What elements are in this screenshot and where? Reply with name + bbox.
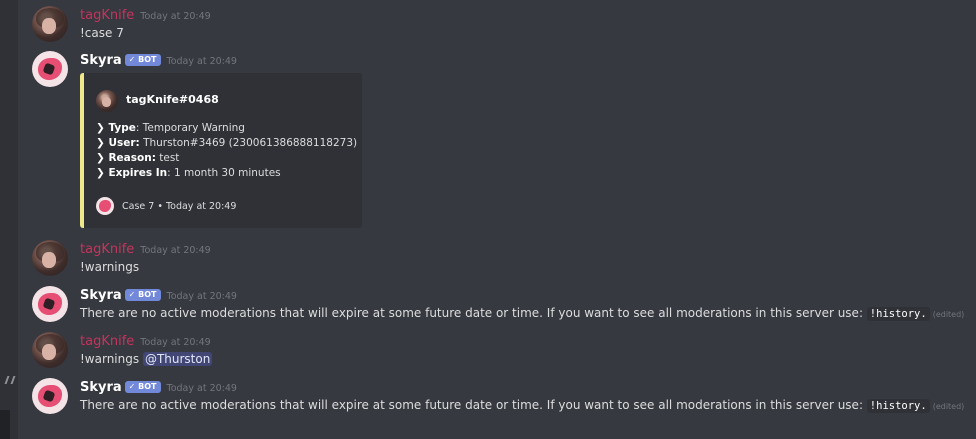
field-label: User: <box>108 137 140 149</box>
left-sidebar-edge <box>0 0 18 439</box>
timestamp: Today at 20:49 <box>140 11 211 22</box>
field-value: Thurston#3469 (230061386888118273) <box>139 137 358 149</box>
message-text: !warnings <box>80 352 143 366</box>
message-header: Skyra ✓ BOT Today at 20:49 <box>80 378 237 395</box>
avatar[interactable] <box>32 51 68 87</box>
bot-badge: ✓ BOT <box>124 54 161 66</box>
bot-badge: ✓ BOT <box>124 381 161 393</box>
field-label: Expires In <box>108 167 168 179</box>
timestamp: Today at 20:49 <box>166 56 237 67</box>
inline-code: !history. <box>866 399 930 413</box>
author-name[interactable]: tagKnife <box>80 242 134 257</box>
author-name[interactable]: Skyra <box>80 53 122 68</box>
case-embed: tagKnife#0468 ❯ Type: Temporary Warning … <box>80 73 362 228</box>
embed-author-avatar <box>96 90 118 112</box>
embed-footer: Case 7 • Today at 20:49 <box>122 201 237 212</box>
embed-field-reason: ❯ Reason: test <box>96 152 180 164</box>
message-content: !warnings @Thurston <box>80 351 213 367</box>
timestamp: Today at 20:49 <box>140 337 211 348</box>
edited-label: (edited) <box>932 402 965 411</box>
message-text: There are no active moderations that wil… <box>80 398 867 412</box>
field-value: : 1 month 30 minutes <box>167 167 281 179</box>
message-header: Skyra ✓ BOT Today at 20:49 <box>80 51 237 68</box>
author-name[interactable]: Skyra <box>80 288 122 303</box>
avatar[interactable] <box>32 240 68 276</box>
message-header: tagKnife Today at 20:49 <box>80 332 211 349</box>
inline-code: !history. <box>866 307 930 321</box>
message-content: !case 7 <box>80 26 124 40</box>
timestamp: Today at 20:49 <box>140 245 211 256</box>
message-content: There are no active moderations that wil… <box>80 305 964 323</box>
avatar[interactable] <box>32 6 68 42</box>
author-name[interactable]: tagKnife <box>80 8 134 23</box>
sidebar-footer-strip <box>0 410 10 439</box>
field-value: : Temporary Warning <box>135 122 245 134</box>
message-header: tagKnife Today at 20:49 <box>80 240 211 257</box>
embed-footer-icon <box>96 197 114 215</box>
message-content: There are no active moderations that wil… <box>80 397 964 415</box>
embed-field-expires: ❯ Expires In: 1 month 30 minutes <box>96 167 281 179</box>
avatar[interactable] <box>32 332 68 368</box>
avatar[interactable] <box>32 378 68 414</box>
field-label: Type <box>108 122 136 134</box>
timestamp: Today at 20:49 <box>166 291 237 302</box>
bot-badge: ✓ BOT <box>124 289 161 301</box>
embed-field-type: ❯ Type: Temporary Warning <box>96 122 245 134</box>
embed-author: tagKnife#0468 <box>126 93 219 106</box>
message-header: Skyra ✓ BOT Today at 20:49 <box>80 286 237 303</box>
embed-fields: ❯ Type: Temporary Warning ❯ User: Thurst… <box>96 121 357 181</box>
double-chevron-icon[interactable] <box>4 376 16 384</box>
edited-label: (edited) <box>932 310 965 319</box>
author-name[interactable]: tagKnife <box>80 334 134 349</box>
message-text: There are no active moderations that wil… <box>80 306 867 320</box>
message-header: tagKnife Today at 20:49 <box>80 6 211 23</box>
field-label: Reason: <box>108 152 156 164</box>
user-mention[interactable]: @Thurston <box>142 352 213 366</box>
field-value: test <box>155 152 180 164</box>
avatar[interactable] <box>32 286 68 322</box>
timestamp: Today at 20:49 <box>166 383 237 394</box>
embed-field-user: ❯ User: Thurston#3469 (23006138688811827… <box>96 137 358 149</box>
author-name[interactable]: Skyra <box>80 380 122 395</box>
message-content: !warnings <box>80 260 140 274</box>
